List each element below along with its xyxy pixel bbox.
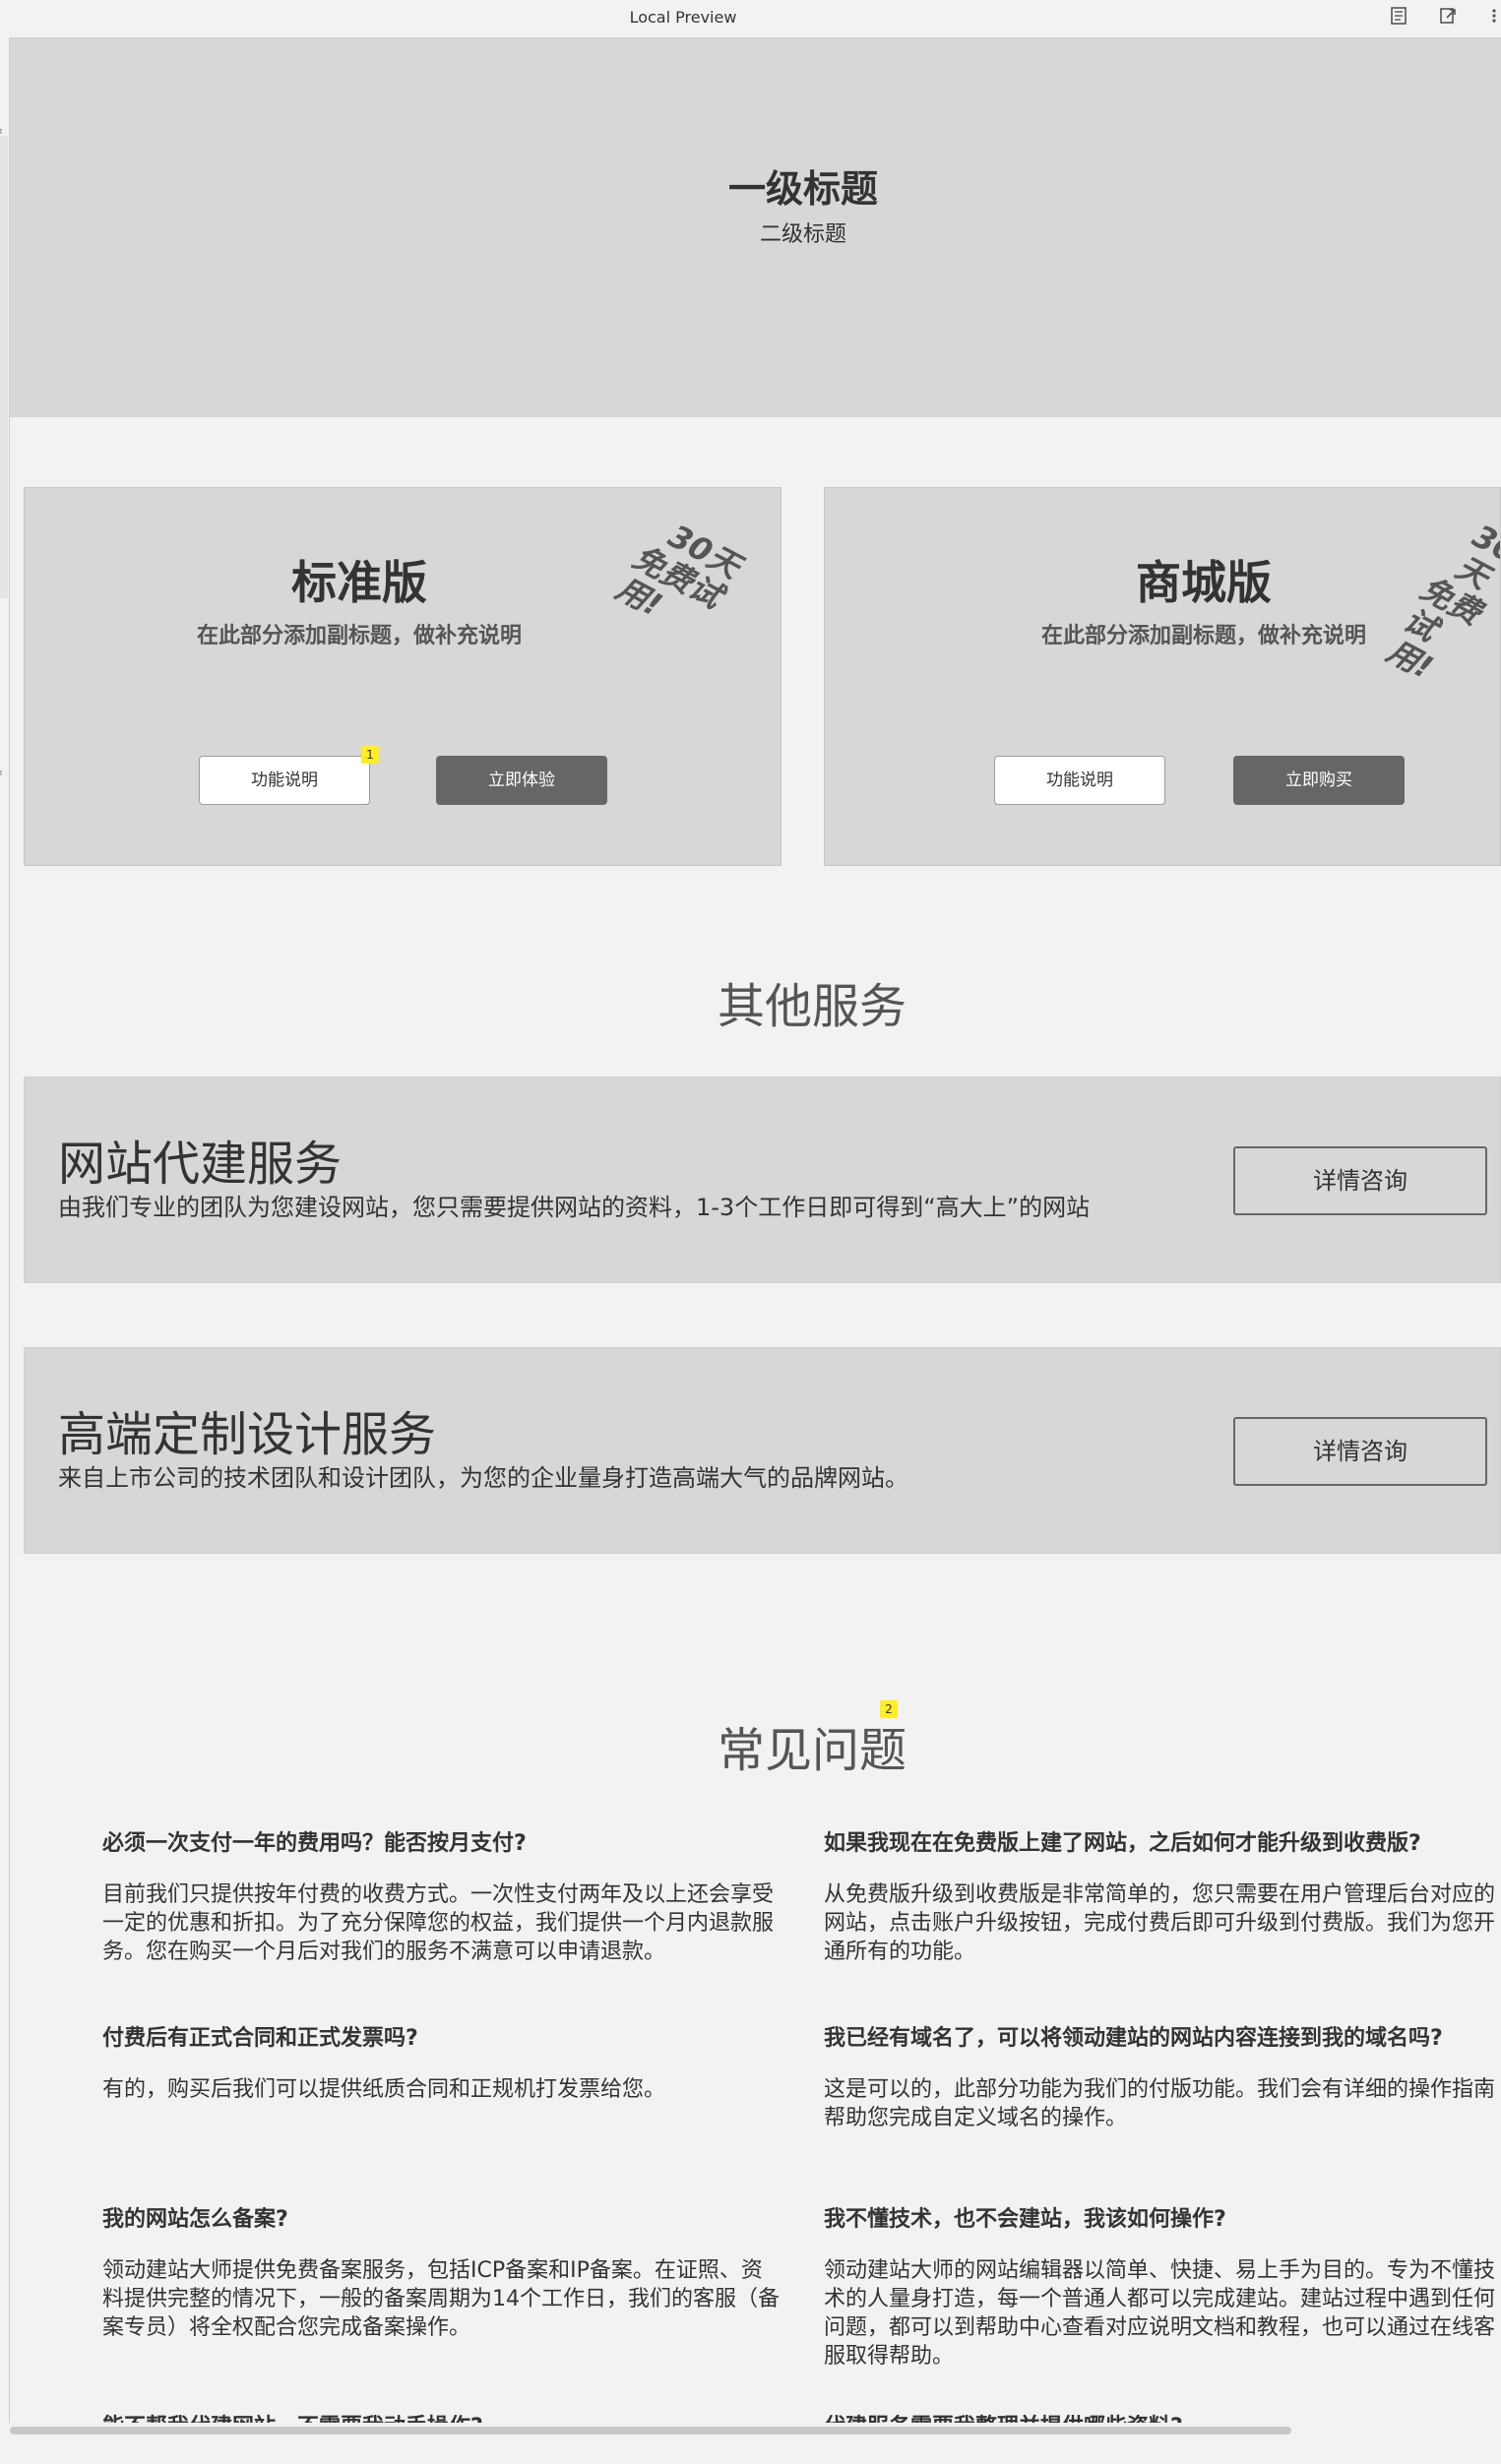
left-scroll-gutter[interactable]: ‹ ‹	[0, 37, 10, 2436]
horizontal-scroll-thumb[interactable]	[10, 2427, 1291, 2434]
service-title: 高端定制设计服务	[58, 1407, 437, 1462]
faq-question: 付费后有正式合同和正式发票吗?	[102, 2026, 418, 2051]
left-scroll-thumb[interactable]	[0, 136, 8, 598]
try-now-button[interactable]: 立即体验	[436, 756, 607, 805]
window-title: Local Preview	[629, 8, 737, 27]
feature-info-button[interactable]: 功能说明	[994, 756, 1165, 805]
hero-banner: 一级标题 二级标题	[10, 38, 1501, 417]
faq-item: 代建服务需要我整理并提供哪些资料?	[824, 2409, 1501, 2464]
annotation-marker: 2	[880, 1700, 898, 1718]
service-description: 由我们专业的团队为您建设网站，您只需要提供网站的资料，1-3个工作日即可得到“高…	[58, 1194, 1091, 1221]
annotation-marker: 1	[361, 746, 379, 764]
consult-button[interactable]: 详情咨询	[1233, 1417, 1487, 1486]
hero-title: 一级标题	[727, 167, 878, 211]
faq-title: 常见问题	[717, 1723, 907, 1778]
faq-item: 我的网站怎么备案? 领动建站大师提供免费备案服务，包括ICP备案和IP备案。在证…	[102, 2201, 782, 2342]
plan-title: 商城版	[1136, 556, 1272, 609]
horizontal-scrollbar[interactable]	[0, 2423, 1501, 2436]
faq-answer: 目前我们只提供按年付费的收费方式。一次性支付两年及以上还会享受一定的优惠和折扣。…	[102, 1882, 775, 1964]
faq-item: 必须一次支付一年的费用吗？能否按月支付? 目前我们只提供按年付费的收费方式。一次…	[102, 1825, 782, 1966]
faq-answer: 领动建站大师的网站编辑器以简单、快捷、易上手为目的。专为不懂技术的人量身打造，每…	[824, 2258, 1496, 2369]
plan-card-mall: 商城版 在此部分添加副标题，做补充说明 30天 免费试用! 功能说明 立即购买	[824, 487, 1501, 866]
faq-answer: 有的，购买后我们可以提供纸质合同和正规机打发票给您。	[102, 2077, 666, 2102]
hero-subtitle: 二级标题	[759, 222, 846, 247]
service-card-custom-design: 高端定制设计服务 来自上市公司的技术团队和设计团队，为您的企业量身打造高端大气的…	[24, 1347, 1501, 1554]
faq-question: 必须一次支付一年的费用吗？能否按月支付?	[102, 1831, 527, 1856]
faq-question: 我已经有域名了，可以将领动建站的网站内容连接到我的域名吗?	[824, 2026, 1443, 2051]
buy-now-button[interactable]: 立即购买	[1233, 756, 1405, 805]
faq-item: 我已经有域名了，可以将领动建站的网站内容连接到我的域名吗? 这是可以的，此部分功…	[824, 2020, 1501, 2132]
faq-question: 我的网站怎么备案?	[102, 2207, 288, 2232]
faq-item: 能不帮我代建网站，不需要我动手操作?	[102, 2409, 782, 2464]
plan-card-standard: 标准版 在此部分添加副标题，做补充说明 30天 免费试用! 功能说明 1 立即体…	[24, 487, 782, 866]
chevron-up-icon: ‹	[0, 124, 3, 138]
plan-subtitle: 在此部分添加副标题，做补充说明	[196, 624, 522, 648]
faq-question: 如果我现在在免费版上建了网站，之后如何才能升级到收费版?	[824, 1831, 1421, 1856]
service-title: 网站代建服务	[58, 1137, 343, 1192]
export-icon[interactable]	[1437, 6, 1459, 28]
faq-answer: 领动建站大师提供免费备案服务，包括ICP备案和IP备案。在证照、资料提供完整的情…	[102, 2258, 780, 2340]
faq-item: 如果我现在在免费版上建了网站，之后如何才能升级到收费版? 从免费版升级到收费版是…	[824, 1825, 1501, 1966]
service-card-site-building: 网站代建服务 由我们专业的团队为您建设网站，您只需要提供网站的资料，1-3个工作…	[24, 1077, 1501, 1283]
service-description: 来自上市公司的技术团队和设计团队，为您的企业量身打造高端大气的品牌网站。	[58, 1464, 908, 1492]
faq-answer: 这是可以的，此部分功能为我们的付版功能。我们会有详细的操作指南帮助您完成自定义域…	[824, 2077, 1496, 2130]
faq-item: 付费后有正式合同和正式发票吗? 有的，购买后我们可以提供纸质合同和正规机打发票给…	[102, 2020, 782, 2104]
document-icon[interactable]	[1388, 6, 1409, 28]
feature-info-button[interactable]: 功能说明	[199, 756, 370, 805]
consult-button[interactable]: 详情咨询	[1233, 1146, 1487, 1215]
other-services-title: 其他服务	[717, 979, 907, 1034]
window-titlebar: Local Preview	[0, 0, 1501, 38]
more-icon[interactable]	[1484, 6, 1498, 28]
chevron-down-icon: ‹	[0, 766, 3, 779]
faq-answer: 从免费版升级到收费版是非常简单的，您只需要在用户管理后台对应的网站，点击账户升级…	[824, 1882, 1496, 1964]
plan-title: 标准版	[291, 556, 427, 609]
faq-item: 我不懂技术，也不会建站，我该如何操作? 领动建站大师的网站编辑器以简单、快捷、易…	[824, 2201, 1501, 2371]
faq-question: 我不懂技术，也不会建站，我该如何操作?	[824, 2207, 1226, 2232]
